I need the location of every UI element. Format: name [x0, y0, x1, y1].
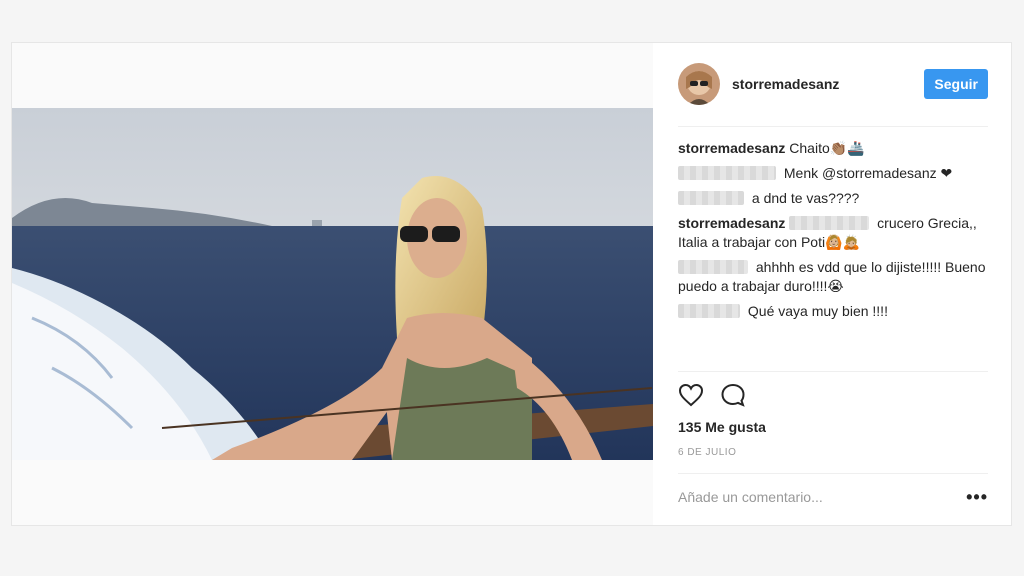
- comment-input-divider: [678, 473, 988, 474]
- like-count[interactable]: 135 Me gusta: [678, 419, 766, 435]
- post-date: 6 DE JULIO: [678, 447, 737, 458]
- post-card: storremadesanz Seguir storremadesanz Cha…: [11, 42, 1012, 526]
- action-bar: [678, 383, 746, 407]
- blurred-mention: [789, 216, 870, 230]
- blurred-username: [678, 191, 744, 205]
- blurred-username: [678, 166, 776, 180]
- comment-item: storremadesanz Chaito👏🏽🚢: [678, 139, 988, 158]
- comment-username[interactable]: storremadesanz: [678, 140, 785, 156]
- photo-pane: [12, 43, 653, 525]
- comment-item: a dnd te vas????: [678, 189, 988, 208]
- heart-icon[interactable]: [678, 383, 704, 407]
- comment-item: Qué vaya muy bien !!!!: [678, 302, 988, 321]
- actions-divider: [678, 371, 988, 372]
- avatar[interactable]: [678, 63, 720, 105]
- add-comment-placeholder[interactable]: Añade un comentario...: [678, 489, 823, 505]
- more-options-icon[interactable]: •••: [966, 487, 988, 508]
- add-comment-field[interactable]: Añade un comentario... •••: [678, 487, 988, 507]
- comment-text: a dnd te vas????: [751, 190, 860, 206]
- comment-item: ahhhh es vdd que lo dijiste!!!!! Bueno p…: [678, 258, 988, 296]
- username[interactable]: storremadesanz: [732, 76, 839, 92]
- comment-item: Menk @storremadesanz ❤: [678, 164, 988, 183]
- comment-text: Chaito👏🏽🚢: [789, 140, 865, 156]
- comment-list: storremadesanz Chaito👏🏽🚢 Menk @storremad…: [678, 139, 988, 327]
- post-photo[interactable]: [12, 108, 653, 460]
- comment-text: Qué vaya muy bien !!!!: [747, 303, 888, 319]
- comment-text: Menk @storremadesanz ❤: [783, 165, 953, 181]
- header-divider: [678, 126, 988, 127]
- post-sidebar: storremadesanz Seguir storremadesanz Cha…: [653, 43, 1011, 525]
- comment-icon[interactable]: [720, 383, 746, 407]
- comment-item: storremadesanz crucero Grecia,, Italia a…: [678, 214, 988, 252]
- blurred-username: [678, 304, 740, 318]
- comment-username[interactable]: storremadesanz: [678, 215, 785, 231]
- follow-button[interactable]: Seguir: [924, 69, 988, 99]
- blurred-username: [678, 260, 748, 274]
- post-header: storremadesanz Seguir: [678, 61, 988, 107]
